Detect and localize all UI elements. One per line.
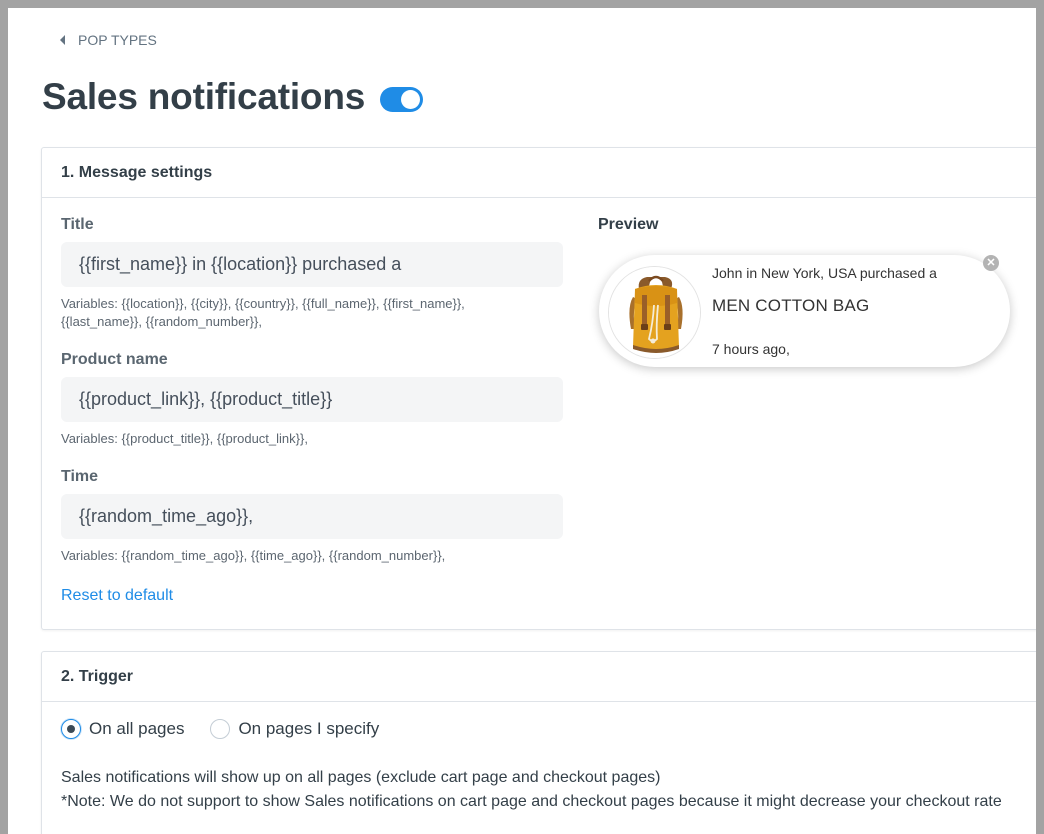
app-frame: POP TYPES Sales notifications 1. Message… <box>8 8 1036 834</box>
title-input[interactable]: {{first_name}} in {{location}} purchased… <box>61 242 563 287</box>
radio-label: On pages I specify <box>238 719 380 738</box>
breadcrumb-back[interactable]: POP TYPES <box>60 32 157 48</box>
radio-on-pages-i-specify[interactable]: On pages I specify <box>210 719 379 739</box>
card-header-trigger: 2. Trigger <box>42 652 1036 702</box>
close-icon[interactable]: ✕ <box>983 255 999 271</box>
preview-time: 7 hours ago, <box>712 341 790 357</box>
title-variables-hint: Variables: {{location}}, {{city}}, {{cou… <box>61 296 465 329</box>
trigger-description-block: Sales notifications will show up on all … <box>61 766 1036 814</box>
notification-preview: John in New York, USA purchased a MEN CO… <box>599 255 1010 367</box>
breadcrumb-label: POP TYPES <box>78 32 157 48</box>
card-header-message-settings: 1. Message settings <box>42 148 1036 198</box>
preview-label: Preview <box>598 216 659 233</box>
backpack-image <box>608 266 701 359</box>
time-field-label: Time <box>61 468 99 485</box>
message-settings-card: 1. Message settings Title {{first_name}}… <box>41 147 1036 630</box>
preview-title-line: John in New York, USA purchased a <box>712 265 937 281</box>
page-title: Sales notifications <box>42 76 366 117</box>
trigger-description: Sales notifications will show up on all … <box>61 769 661 786</box>
page-title-row: Sales notifications <box>42 76 424 118</box>
toggle-knob <box>401 89 421 109</box>
radio-unselected-icon <box>210 719 231 739</box>
trigger-radio-group: On all pages On pages I specify <box>61 719 405 739</box>
enable-toggle[interactable] <box>380 86 424 112</box>
product-name-input[interactable]: {{product_link}}, {{product_title}} <box>61 377 563 422</box>
preview-product-name: MEN COTTON BAG <box>712 296 870 315</box>
time-variables-hint: Variables: {{random_time_ago}}, {{time_a… <box>61 548 446 563</box>
radio-label: On all pages <box>89 719 185 738</box>
time-input[interactable]: {{random_time_ago}}, <box>61 494 563 539</box>
product-variables-hint: Variables: {{product_title}}, {{product_… <box>61 431 308 446</box>
caret-left-icon <box>60 35 65 45</box>
radio-on-all-pages[interactable]: On all pages <box>61 719 184 739</box>
trigger-note: *Note: We do not support to show Sales n… <box>61 793 1002 810</box>
trigger-card: 2. Trigger On all pages On pages I speci… <box>41 651 1036 834</box>
title-field-label: Title <box>61 216 94 233</box>
product-name-field-label: Product name <box>61 351 168 368</box>
reset-to-default-link[interactable]: Reset to default <box>61 587 173 605</box>
radio-selected-icon <box>61 719 81 739</box>
